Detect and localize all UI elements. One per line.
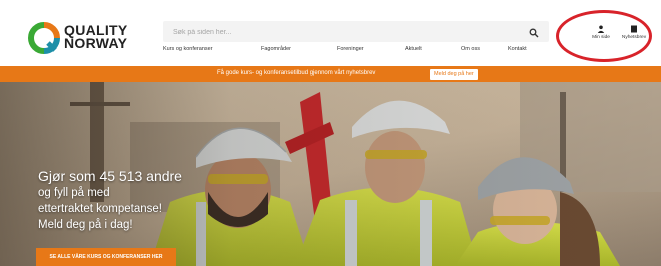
logo-mark-icon xyxy=(28,22,60,54)
newsletter-promo-bar: Få gode kurs- og konferansetilbud gjenno… xyxy=(0,66,661,82)
search-icon xyxy=(529,28,539,38)
hero-line-2: og fyll på med xyxy=(38,187,110,199)
my-page-link[interactable]: Min side xyxy=(584,25,618,40)
all-courses-button[interactable]: SE ALLE VÅRE KURS OG KONFERANSER HER xyxy=(36,248,176,266)
newsletter-label: Nyhetsbrev xyxy=(621,35,647,40)
promo-text: Få gode kurs- og konferansetilbud gjenno… xyxy=(217,70,376,76)
newsletter-icon xyxy=(631,25,637,33)
search-button[interactable] xyxy=(529,25,541,38)
nav-item-about[interactable]: Om oss xyxy=(461,46,480,52)
main-nav: Kurs og konferanser Fagområder Foreninge… xyxy=(163,46,549,58)
nav-item-associations[interactable]: Foreninger xyxy=(337,46,364,52)
quality-norway-logo[interactable]: QUALITY NORWAY xyxy=(28,22,158,56)
hero-headline: Gjør som 45 513 andre og fyll på med ett… xyxy=(38,168,182,233)
user-icon xyxy=(597,25,605,33)
logo-line-2: NORWAY xyxy=(64,35,128,51)
my-page-label: Min side xyxy=(592,35,610,40)
nav-item-news[interactable]: Aktuelt xyxy=(405,46,422,52)
newsletter-signup-button[interactable]: Meld deg på her xyxy=(430,69,478,80)
logo-wordmark: QUALITY NORWAY xyxy=(64,23,128,51)
nav-item-courses[interactable]: Kurs og konferanser xyxy=(163,46,213,52)
hero-line-3: ettertraktet kompetanse! xyxy=(38,203,163,215)
site-header: QUALITY NORWAY Kurs og konferanser Fagom… xyxy=(0,0,661,66)
hero-line-4: Meld deg på i dag! xyxy=(38,219,133,231)
search-input[interactable] xyxy=(171,23,515,42)
hero-line-1: Gjør som 45 513 andre xyxy=(38,168,182,184)
search-bar xyxy=(163,21,549,42)
newsletter-link[interactable]: Nyhetsbrev xyxy=(617,25,651,40)
nav-item-contact[interactable]: Kontakt xyxy=(508,46,527,52)
nav-item-fields[interactable]: Fagområder xyxy=(261,46,291,52)
